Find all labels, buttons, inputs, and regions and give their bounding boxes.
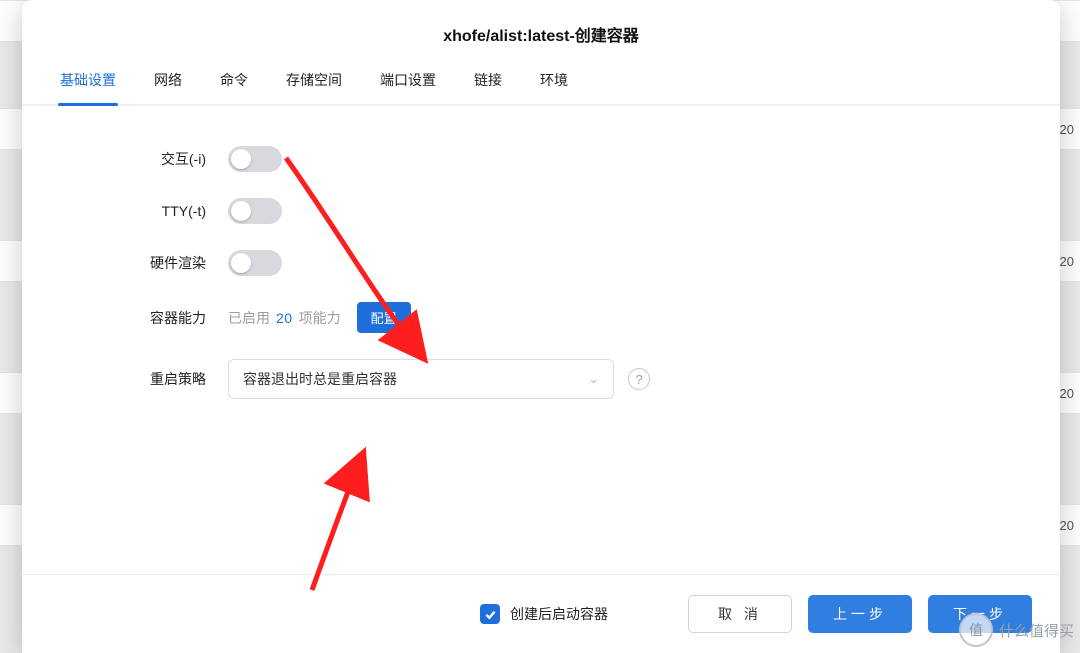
restart-policy-value: 容器退出时总是重启容器 — [243, 369, 397, 389]
restart-policy-select[interactable]: 容器退出时总是重启容器 ⌄ — [228, 359, 614, 399]
dialog-footer: 创建后启动容器 取 消 上一步 下一步 — [22, 574, 1060, 653]
help-icon[interactable]: ? — [628, 368, 650, 390]
label-tty: TTY(-t) — [58, 203, 228, 219]
start-after-create-label: 创建后启动容器 — [510, 604, 608, 624]
watermark-icon: 值 — [959, 613, 993, 647]
watermark-text: 什么值得买 — [999, 620, 1074, 641]
form-body: 交互(-i) TTY(-t) 硬件渲染 容器能力 已启用 20 项能力 配置 重… — [22, 106, 1060, 574]
chevron-down-icon: ⌄ — [588, 371, 599, 387]
toggle-interactive[interactable] — [228, 146, 282, 172]
label-interactive: 交互(-i) — [58, 149, 228, 169]
checkbox-icon — [480, 604, 500, 624]
tab-links[interactable]: 链接 — [472, 60, 504, 104]
cancel-button[interactable]: 取 消 — [688, 595, 792, 633]
label-capabilities: 容器能力 — [58, 308, 228, 328]
toggle-tty[interactable] — [228, 198, 282, 224]
tab-network[interactable]: 网络 — [152, 60, 184, 104]
tab-storage[interactable]: 存储空间 — [284, 60, 344, 104]
tab-env[interactable]: 环境 — [538, 60, 570, 104]
cap-count: 20 — [276, 310, 293, 326]
start-after-create-checkbox[interactable]: 创建后启动容器 — [480, 604, 608, 624]
tab-basic[interactable]: 基础设置 — [58, 60, 118, 104]
configure-button[interactable]: 配置 — [357, 302, 411, 333]
create-container-dialog: xhofe/alist:latest-创建容器 基础设置 网络 命令 存储空间 … — [22, 0, 1060, 653]
cap-enabled-prefix: 已启用 — [228, 308, 270, 328]
label-hw-render: 硬件渲染 — [58, 253, 228, 273]
watermark: 值 什么值得买 — [959, 613, 1074, 647]
prev-button[interactable]: 上一步 — [808, 595, 912, 633]
tab-command[interactable]: 命令 — [218, 60, 250, 104]
toggle-hw-render[interactable] — [228, 250, 282, 276]
tab-ports[interactable]: 端口设置 — [378, 60, 438, 104]
cap-enabled-suffix: 项能力 — [299, 308, 341, 328]
label-restart-policy: 重启策略 — [58, 369, 228, 389]
dialog-title: xhofe/alist:latest-创建容器 — [22, 0, 1060, 60]
tab-bar: 基础设置 网络 命令 存储空间 端口设置 链接 环境 — [22, 60, 1060, 106]
